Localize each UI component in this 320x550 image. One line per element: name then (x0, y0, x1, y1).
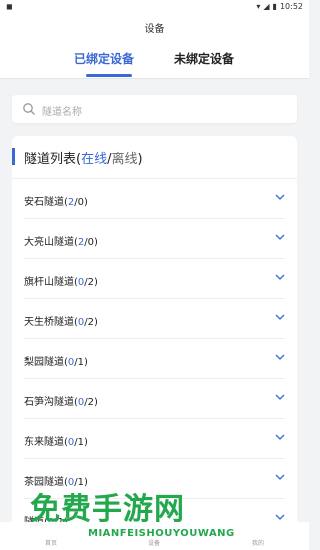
card-title-prefix: 隧道列表( (24, 152, 82, 167)
chevron-down-icon[interactable] (275, 393, 285, 401)
chevron-down-icon[interactable] (275, 273, 285, 281)
tunnel-offline-count: 2 (87, 397, 95, 408)
chevron-down-icon[interactable] (275, 433, 285, 441)
tunnel-name: 旗杆山隧道(0/2) (24, 277, 98, 288)
tunnel-row[interactable]: 东来隧道(0/1) (24, 419, 285, 459)
status-time: 10:52 (279, 2, 303, 11)
tunnel-online-count: 0 (77, 317, 85, 328)
page-title: 设备 (144, 24, 165, 35)
tunnel-name-text: 东来隧道 (24, 437, 64, 448)
notification-icon: ◼ (6, 2, 13, 11)
tunnel-name: 天生桥隧道(0/2) (24, 317, 98, 328)
tunnel-name-text: 大亮山隧道 (24, 237, 74, 248)
status-bar: ◼ ▾ ◢ ▮ 10:52 (0, 0, 309, 14)
tunnel-row[interactable]: 石笋沟隧道(0/2) (24, 379, 285, 419)
online-label: 在线 (81, 152, 108, 167)
tunnel-name: 大亮山隧道(2/0) (24, 237, 98, 248)
tunnel-online-count: 0 (77, 277, 85, 288)
tunnel-name-text: 安石隧道 (24, 197, 64, 208)
chevron-down-icon[interactable] (275, 313, 285, 321)
tunnel-row[interactable]: 旗杆山隧道(0/2) (24, 259, 285, 299)
chevron-down-icon[interactable] (275, 473, 285, 481)
search-icon (23, 103, 35, 115)
title-accent-bar (12, 148, 15, 165)
nav-home[interactable]: 首页 (45, 538, 57, 547)
tunnel-name: 梨园隧道(0/1) (24, 357, 88, 368)
chevron-down-icon[interactable] (275, 513, 285, 521)
tunnel-online-count: 2 (67, 197, 75, 208)
tunnel-row[interactable]: 大亮山隧道(2/0) (24, 219, 285, 259)
search-input[interactable]: 隧道名称 (42, 103, 82, 118)
tunnel-online-count: 0 (77, 397, 85, 408)
tunnel-name: 安石隧道(2/0) (24, 197, 88, 208)
battery-icon: ▮ (272, 2, 277, 11)
active-tab-indicator (86, 74, 132, 77)
chevron-down-icon[interactable] (275, 233, 285, 241)
watermark-text: 免费手游网 (30, 492, 185, 527)
card-title: 隧道列表(在线/离线) (24, 148, 143, 167)
tunnel-name-text: 梨园隧道 (24, 357, 64, 368)
tab-unbound-devices[interactable]: 未绑定设备 (174, 50, 234, 67)
tunnel-online-count: 0 (67, 437, 75, 448)
tunnel-offline-count: 1 (77, 357, 85, 368)
tunnel-offline-count: 1 (77, 437, 85, 448)
tunnel-offline-count: 0 (77, 197, 85, 208)
header: 设备 已绑定设备 未绑定设备 (0, 14, 309, 79)
tunnel-offline-count: 0 (87, 237, 95, 248)
wifi-icon: ▾ (256, 2, 261, 11)
tunnel-online-count: 2 (77, 237, 85, 248)
tunnel-name-text: 旗杆山隧道 (24, 277, 74, 288)
tunnel-name: 石笋沟隧道(0/2) (24, 397, 98, 408)
chevron-down-icon[interactable] (275, 353, 285, 361)
search-box[interactable]: 隧道名称 (12, 95, 297, 123)
signal-icon: ◢ (263, 2, 270, 11)
watermark: 免费手游网 MIANFEISHOUYOUWANG (30, 484, 234, 539)
tunnel-name-text: 石笋沟隧道 (24, 397, 74, 408)
tab-bound-devices[interactable]: 已绑定设备 (74, 50, 134, 67)
tunnel-offline-count: 2 (87, 277, 95, 288)
tunnel-row[interactable]: 梨园隧道(0/1) (24, 339, 285, 379)
chevron-down-icon[interactable] (275, 193, 285, 201)
nav-devices[interactable]: 设备 (148, 538, 160, 547)
offline-label: 离线 (111, 152, 138, 167)
watermark-subtext: MIANFEISHOUYOUWANG (88, 528, 235, 539)
tunnel-name-text: 天生桥隧道 (24, 317, 74, 328)
card-title-suffix: ) (137, 152, 143, 167)
tunnel-name: 东来隧道(0/1) (24, 437, 88, 448)
tunnel-online-count: 0 (67, 357, 75, 368)
tunnel-row[interactable]: 安石隧道(2/0) (24, 179, 285, 219)
tunnel-row[interactable]: 天生桥隧道(0/2) (24, 299, 285, 339)
nav-mine[interactable]: 我的 (252, 538, 264, 547)
tunnel-offline-count: 2 (87, 317, 95, 328)
